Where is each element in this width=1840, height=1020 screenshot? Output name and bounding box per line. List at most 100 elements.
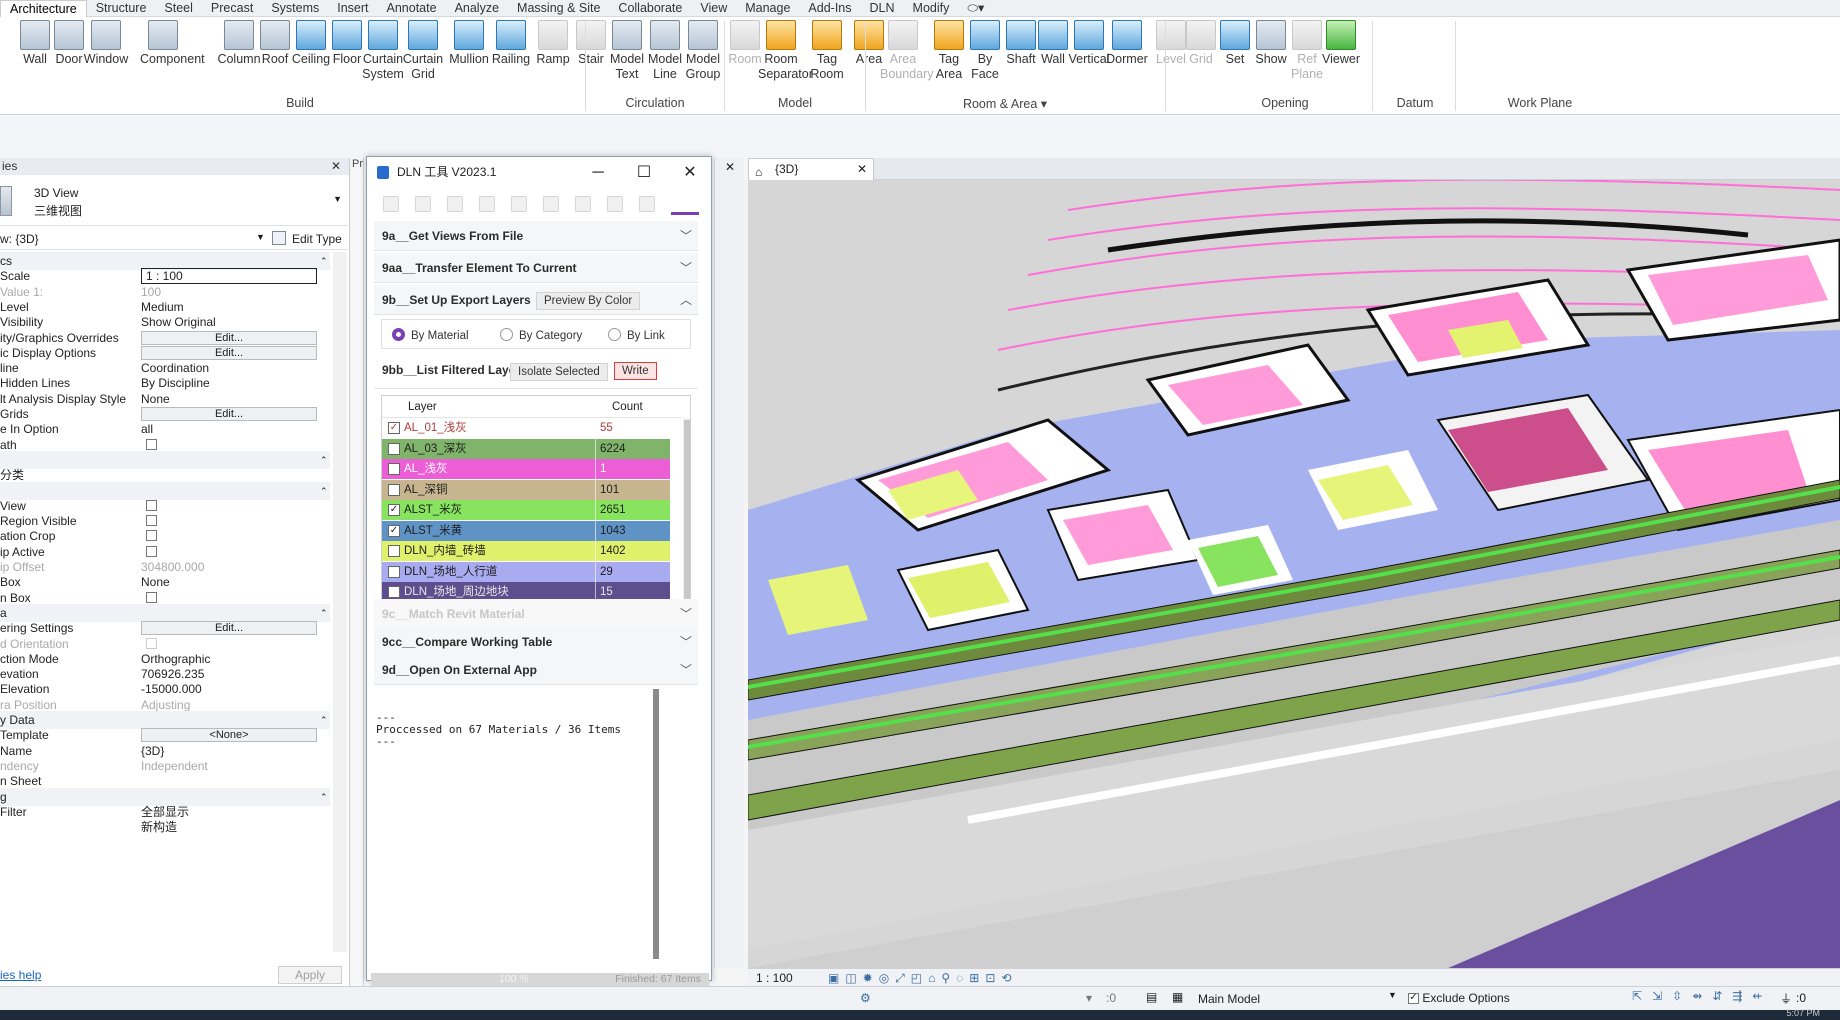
minimize-icon[interactable]: ─ xyxy=(575,157,621,188)
property-checkbox[interactable] xyxy=(146,438,157,450)
tag-room-tool-button[interactable]: Tag Room xyxy=(804,20,850,82)
toolbar-icon[interactable] xyxy=(511,196,527,212)
tab-modify[interactable]: Modify xyxy=(904,0,959,17)
checkbox[interactable] xyxy=(388,442,400,455)
property-checkbox[interactable] xyxy=(146,515,157,527)
viewer-tool-button[interactable]: Viewer xyxy=(1318,20,1364,67)
selection-filter-icons[interactable]: ⇱⇲⇳⇴⇵⇶⇷ xyxy=(1632,989,1772,1003)
property-edit-button[interactable]: Edit... xyxy=(141,330,317,345)
checkbox-checked[interactable]: ✓ xyxy=(388,504,400,516)
dormer-tool-button[interactable]: Dormer xyxy=(1104,20,1150,67)
railing-tool-button[interactable]: Railing xyxy=(488,20,534,67)
edit-type-button[interactable]: Edit Type xyxy=(292,232,342,246)
chevron-down-icon[interactable]: ▼ xyxy=(256,232,265,242)
column-header-layer[interactable]: Layer xyxy=(408,401,437,413)
3d-viewport[interactable] xyxy=(748,180,1840,968)
tab-precast[interactable]: Precast xyxy=(202,0,262,17)
tab-dln[interactable]: DLN xyxy=(861,0,904,17)
property-edit-button[interactable]: <None> xyxy=(141,728,317,743)
mullion-tool-button[interactable]: Mullion xyxy=(446,20,492,67)
view-control-icons[interactable]: ▣◫✹◎⤢◰⌂⚲◌⊞⊡⟲ xyxy=(828,971,1017,986)
worksharing-icon[interactable]: ⚙ xyxy=(860,991,871,1005)
radio-by-category[interactable]: By Category xyxy=(500,328,582,342)
section-match-revit[interactable]: 9c__Match Revit Material ﹀ xyxy=(374,599,698,629)
tab-structure[interactable]: Structure xyxy=(87,0,156,17)
model-group-tool-button[interactable]: Model Group xyxy=(680,20,726,82)
curtain-grid-tool-button[interactable]: Curtain Grid xyxy=(400,20,446,82)
chevron-down-icon[interactable]: ▾ xyxy=(1086,991,1092,1005)
tab-architecture[interactable]: Architecture xyxy=(0,0,87,17)
tab-annotate[interactable]: Annotate xyxy=(378,0,446,17)
toolbar-icon[interactable] xyxy=(607,196,623,212)
property-edit-button[interactable]: Edit... xyxy=(141,345,317,360)
property-checkbox[interactable] xyxy=(146,591,157,603)
section-get-views[interactable]: 9a__Get Views From File ﹀ xyxy=(374,221,698,251)
checkbox-checked[interactable]: ✓ xyxy=(388,524,400,537)
tab-systems[interactable]: Systems xyxy=(262,0,328,17)
layer-row[interactable]: AL_03_深灰 6224 xyxy=(382,438,670,459)
section-compare[interactable]: 9cc__Compare Working Table ﹀ xyxy=(374,627,698,657)
checkbox[interactable] xyxy=(388,463,400,475)
property-checkbox[interactable] xyxy=(146,499,157,511)
maximize-icon[interactable]: ☐ xyxy=(621,157,667,188)
tab-massing-site[interactable]: Massing & Site xyxy=(508,0,609,17)
dln-titlebar[interactable]: DLN 工具 V2023.1 ─ ☐ ✕ xyxy=(367,157,711,188)
close-icon[interactable]: ✕ xyxy=(667,157,713,188)
isolate-selected-button[interactable]: Isolate Selected xyxy=(510,363,608,381)
panel-label-room-area[interactable]: Room & Area ▾ xyxy=(950,96,1060,111)
close-icon[interactable]: ✕ xyxy=(331,158,341,175)
exclude-options-checkbox[interactable]: ✓ Exclude Options xyxy=(1408,991,1510,1005)
log-scrollbar[interactable] xyxy=(653,689,659,959)
worksets-icon[interactable]: ▦ xyxy=(1172,990,1183,1004)
contextual-options-icon[interactable]: ⬭▾ xyxy=(958,0,993,17)
layer-row[interactable]: AL_深铜 101 xyxy=(382,479,670,500)
radio-by-material[interactable]: By Material xyxy=(392,328,469,342)
active-model-label[interactable]: Main Model xyxy=(1198,992,1260,1006)
tab-manage[interactable]: Manage xyxy=(736,0,799,17)
checkbox[interactable] xyxy=(388,586,400,598)
component-tool-button[interactable]: Component xyxy=(140,20,205,67)
view-instance-selector[interactable]: w: {3D} xyxy=(0,232,39,246)
layer-row[interactable]: AL_浅灰 1 xyxy=(382,459,670,479)
write-button[interactable]: Write xyxy=(614,362,657,380)
preview-by-color-button[interactable]: Preview By Color xyxy=(536,292,641,310)
property-checkbox[interactable] xyxy=(146,530,157,542)
section-export-layers[interactable]: 9b__Set Up Export Layers ︿ Preview By Col… xyxy=(374,285,698,315)
tab-steel[interactable]: Steel xyxy=(155,0,202,17)
section-open-external[interactable]: 9d__Open On External App ﹀ xyxy=(374,655,698,685)
properties-help-link[interactable]: ies help xyxy=(0,968,41,982)
property-edit-button[interactable]: Edit... xyxy=(141,621,317,636)
toolbar-icon[interactable] xyxy=(543,196,559,212)
toolbar-icon[interactable] xyxy=(639,196,655,212)
radio-by-link[interactable]: By Link xyxy=(608,328,665,342)
area-boundary-tool-button[interactable]: Area Boundary xyxy=(880,20,934,82)
property-checkbox[interactable] xyxy=(146,637,157,649)
toolbar-icon[interactable] xyxy=(479,196,495,212)
close-icon[interactable]: ✕ xyxy=(857,159,867,179)
tab-insert[interactable]: Insert xyxy=(328,0,377,17)
properties-scrollbar[interactable] xyxy=(333,252,347,952)
property-edit-button[interactable]: Edit... xyxy=(141,407,317,421)
apply-button[interactable]: Apply xyxy=(278,966,342,984)
toolbar-icon[interactable] xyxy=(575,196,591,212)
layer-row[interactable]: ✓ AL_01_浅灰 55 xyxy=(382,418,670,438)
section-transfer[interactable]: 9aa__Transfer Element To Current ﹀ xyxy=(374,253,698,283)
type-selector[interactable]: 3D View 三维视图 ▼ xyxy=(0,176,348,226)
toolbar-icon[interactable] xyxy=(447,196,463,212)
checkbox[interactable] xyxy=(388,545,400,557)
design-options-icon[interactable]: ▤ xyxy=(1146,990,1157,1004)
close-icon[interactable]: ✕ xyxy=(725,160,735,174)
section-list-filtered[interactable]: 9bb__List Filtered Layers Isolate Select… xyxy=(374,355,698,389)
toolbar-icon[interactable] xyxy=(383,196,399,212)
tab-analyze[interactable]: Analyze xyxy=(446,0,508,17)
property-checkbox[interactable] xyxy=(146,545,157,557)
view-scale[interactable]: 1 : 100 xyxy=(756,971,793,985)
checkbox[interactable] xyxy=(388,483,400,496)
layer-row[interactable]: DLN_场地_人行道 29 xyxy=(382,561,670,582)
checkbox[interactable] xyxy=(388,565,400,578)
room-separator-tool-button[interactable]: Room Separator xyxy=(758,20,813,82)
tab-collaborate[interactable]: Collaborate xyxy=(609,0,691,17)
window-tool-button[interactable]: Window xyxy=(83,20,129,67)
checkbox-checked[interactable]: ✓ xyxy=(388,422,400,434)
view-tab-3d[interactable]: ⌂ {3D} ✕ xyxy=(748,158,874,180)
